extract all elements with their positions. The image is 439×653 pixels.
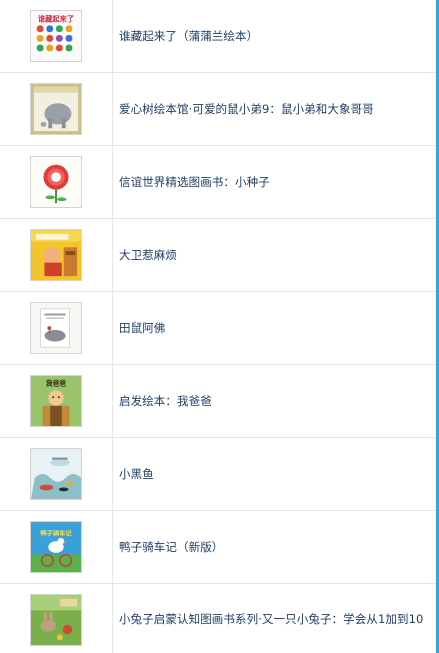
book-cover-thumbnail[interactable] [30,302,82,354]
book-title[interactable]: 信谊世界精选图画书：小种子 [119,146,270,218]
book-cover-thumbnail[interactable] [30,229,82,281]
book-title[interactable]: 谁藏起来了（蒲蒲兰绘本） [119,0,258,72]
book-title[interactable]: 启发绘本：我爸爸 [119,365,212,437]
book-title[interactable]: 小兔子启蒙认知图画书系列·又一只小兔子：学会从1加到10 [119,584,423,653]
book-title[interactable]: 爱心树绘本馆·可爱的鼠小弟9：鼠小弟和大象哥哥 [119,73,374,145]
book-title[interactable]: 鸭子骑车记（新版） [119,511,223,583]
thumbnail-cell [0,146,113,218]
list-item[interactable]: 小兔子启蒙认知图画书系列·又一只小兔子：学会从1加到10 [0,584,436,653]
rabbit-cover-image [31,595,81,645]
list-item[interactable]: 田鼠阿佛 [0,292,436,365]
thumbnail-cell: 鸭子骑车记 [0,511,113,583]
book-cover-thumbnail[interactable]: 鸭子骑车记 [30,521,82,573]
list-item[interactable]: 信谊世界精选图画书：小种子 [0,146,436,219]
thumbnail-cell: 我爸爸 [0,365,113,437]
thumbnail-cell [0,73,113,145]
thumbnail-cell [0,219,113,291]
list-item[interactable]: 鸭子骑车记 鸭子骑车记（新版） [0,511,436,584]
book-cover-thumbnail[interactable] [30,594,82,646]
thumbnail-cell [0,438,113,510]
book-title[interactable]: 田鼠阿佛 [119,292,165,364]
mouse-elephant-cover-image [31,84,81,134]
list-item[interactable]: 爱心树绘本馆·可爱的鼠小弟9：鼠小弟和大象哥哥 [0,73,436,146]
book-cover-thumbnail[interactable] [30,448,82,500]
hide-cover-image: 谁藏起来了 [31,11,81,61]
book-list: 谁藏起来了 谁藏起来了（蒲蒲兰绘本） 爱心树绘本馆·可爱的鼠小弟9：鼠小弟和大象… [0,0,436,653]
thumbnail-cell [0,584,113,653]
seed-cover-image [31,157,81,207]
book-cover-thumbnail[interactable]: 我爸爸 [30,375,82,427]
duck-bike-cover-image: 鸭子骑车记 [31,522,81,572]
frederick-cover-image [31,303,81,353]
cover-title-text: 我爸爸 [46,379,66,388]
david-cover-image [31,230,81,280]
list-item[interactable]: 大卫惹麻烦 [0,219,436,292]
thumbnail-cell [0,292,113,364]
book-title[interactable]: 大卫惹麻烦 [119,219,177,291]
list-item[interactable]: 谁藏起来了 谁藏起来了（蒲蒲兰绘本） [0,0,436,73]
list-item[interactable]: 我爸爸 启发绘本：我爸爸 [0,365,436,438]
cover-title-text: 鸭子骑车记 [40,528,72,537]
book-cover-thumbnail[interactable] [30,83,82,135]
thumbnail-cell: 谁藏起来了 [0,0,113,72]
list-item[interactable]: 小黑鱼 [0,438,436,511]
cover-title-text: 谁藏起来了 [38,15,74,24]
book-cover-thumbnail[interactable]: 谁藏起来了 [30,10,82,62]
swimmy-cover-image [31,449,81,499]
book-title[interactable]: 小黑鱼 [119,438,154,510]
book-cover-thumbnail[interactable] [30,156,82,208]
dad-cover-image: 我爸爸 [31,376,81,426]
